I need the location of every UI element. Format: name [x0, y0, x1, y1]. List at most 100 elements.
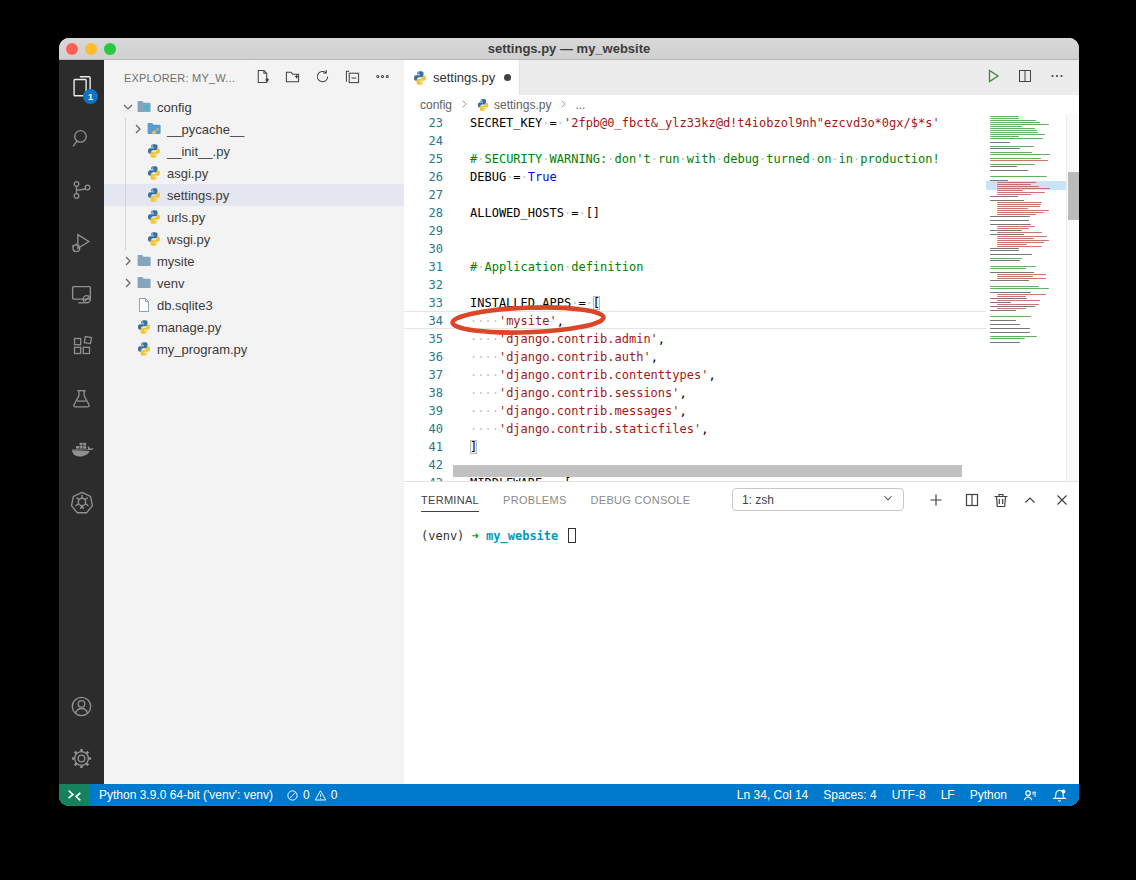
tree-item-mysite[interactable]: mysite [104, 250, 404, 272]
activitybar-testing[interactable] [59, 372, 104, 424]
activitybar-settings-gear[interactable] [59, 732, 104, 784]
refresh-icon[interactable] [315, 69, 330, 88]
new-file-icon[interactable] [255, 69, 270, 88]
code-line-36: 36····'django.contrib.auth', [404, 348, 1079, 366]
close-panel-button[interactable] [1053, 491, 1070, 508]
minimap-line [990, 328, 1030, 329]
minimap-line [990, 316, 1031, 317]
panel-tab-terminal[interactable]: TERMINAL [421, 488, 479, 512]
panel-tab-problems[interactable]: PROBLEMS [503, 488, 567, 511]
terminal-shell-select[interactable]: 1: zsh [732, 488, 904, 511]
minimap-line [990, 166, 1017, 167]
activitybar-explorer[interactable]: 1 [59, 60, 104, 112]
kill-terminal-button[interactable] [992, 491, 1009, 508]
indentation-status[interactable]: Spaces: 4 [823, 788, 876, 802]
warning-count: 0 [331, 788, 338, 802]
chevron-spacer [130, 209, 146, 225]
python-interpreter-status[interactable]: Python 3.9.0 64-bit ('venv': venv) [99, 788, 273, 802]
line-number: 24 [404, 132, 443, 150]
zoom-window-button[interactable] [104, 43, 116, 55]
problems-status[interactable]: 00 [286, 788, 337, 802]
collapse-all-icon[interactable] [345, 69, 360, 88]
eol-status[interactable]: LF [941, 788, 955, 802]
cursor-position-status[interactable]: Ln 34, Col 14 [737, 788, 808, 802]
minimap-line [990, 342, 1020, 343]
breadcrumb: config settings.py... [404, 95, 1079, 114]
language-mode-status[interactable]: Python [970, 788, 1007, 802]
tree-item-manage-py[interactable]: manage.py [104, 316, 404, 338]
window-titlebar[interactable]: settings.py — my_website [59, 38, 1079, 60]
horizontal-scrollbar[interactable] [453, 465, 962, 477]
tree-item-my-program-py[interactable]: my_program.py [104, 338, 404, 360]
file-tree: config__pycache____init__.py asgi.py setti… [104, 96, 404, 360]
code-editor[interactable]: 23SECRET_KEY·=·'2fpb@0_fbct&_ylz33kz@d!t… [404, 114, 1079, 481]
tree-item-asgi-py[interactable]: asgi.py [104, 162, 404, 184]
line-number: 32 [404, 276, 443, 294]
tree-item-label: asgi.py [167, 166, 208, 181]
vertical-scrollbar[interactable] [1066, 114, 1079, 481]
tree-item--init-py[interactable]: __init__.py [104, 140, 404, 162]
activitybar-remote-explorer[interactable] [59, 268, 104, 320]
minimap-line [990, 160, 1048, 161]
run-file-button[interactable] [985, 68, 1001, 88]
activitybar-source-control[interactable] [59, 164, 104, 216]
bottom-panel: TERMINAL PROBLEMS DEBUG CONSOLE 1: zsh (ven… [404, 481, 1079, 784]
notifications-bell-icon[interactable] [1052, 788, 1067, 803]
panel-tab-debug-console[interactable]: DEBUG CONSOLE [591, 488, 691, 511]
terminal-output[interactable]: (venv) ➜ my_website [404, 517, 1079, 544]
activitybar-run-debug[interactable] [59, 216, 104, 268]
tree-item-urls-py[interactable]: urls.py [104, 206, 404, 228]
breadcrumb-item[interactable]: settings.py [494, 98, 551, 112]
new-folder-icon[interactable] [285, 69, 300, 88]
window-title: settings.py — my_website [59, 38, 1079, 59]
tab-settings-py[interactable]: settings.py [404, 60, 520, 95]
minimize-window-button[interactable] [85, 43, 97, 55]
activitybar-account[interactable] [59, 680, 104, 732]
line-number: 41 [404, 438, 443, 456]
minimap-line [990, 154, 1050, 155]
tree-item-db-sqlite3[interactable]: db.sqlite3 [104, 294, 404, 316]
scrollbar-thumb[interactable] [1068, 172, 1079, 220]
minimap-line [990, 320, 1016, 321]
editor-more-actions[interactable] [1049, 68, 1065, 88]
status-bar: Python 3.9.0 64-bit ('venv': venv) 00 Ln… [59, 784, 1079, 806]
line-number: 25 [404, 150, 443, 168]
minimap[interactable] [986, 114, 1066, 481]
activitybar-search[interactable] [59, 112, 104, 164]
tree-item-venv[interactable]: venv [104, 272, 404, 294]
line-number: 29 [404, 222, 443, 240]
code-line-29: 29 [404, 222, 1079, 240]
folder-config-icon [136, 99, 152, 115]
line-number: 26 [404, 168, 443, 186]
feedback-icon[interactable] [1022, 788, 1037, 803]
remote-indicator[interactable] [59, 784, 89, 806]
code-line-23: 23SECRET_KEY·=·'2fpb@0_fbct&_ylz33kz@d!t… [404, 114, 1079, 132]
tree-item--pycache-[interactable]: __pycache__ [104, 118, 404, 140]
more-icon[interactable] [375, 69, 390, 88]
encoding-status[interactable]: UTF-8 [892, 788, 926, 802]
minimap-line [990, 324, 1020, 325]
tree-item-wsgi-py[interactable]: wsgi.py [104, 228, 404, 250]
breadcrumb-item[interactable]: config [420, 98, 452, 112]
tree-item-settings-py[interactable]: settings.py [104, 184, 404, 206]
activitybar-extensions[interactable] [59, 320, 104, 372]
modified-dot-icon[interactable] [504, 74, 511, 81]
close-window-button[interactable] [66, 43, 78, 55]
breadcrumb-item[interactable]: ... [575, 98, 585, 112]
code-line-33: 33INSTALLED_APPS·=·[ [404, 294, 1079, 312]
terminal-cursor [568, 528, 576, 543]
minimap-line [990, 250, 1019, 251]
activitybar-docker[interactable] [59, 424, 104, 476]
new-terminal-button[interactable] [927, 491, 944, 508]
tree-item-config[interactable]: config [104, 96, 404, 118]
split-editor-button[interactable] [1017, 68, 1033, 88]
maximize-panel-button[interactable] [1021, 491, 1038, 508]
chevron-down-icon [120, 99, 136, 115]
activitybar-kubernetes[interactable] [59, 476, 104, 528]
code-line-25: 25#·SECURITY·WARNING:·don't·run·with·deb… [404, 150, 1079, 168]
chevron-down-icon [881, 491, 895, 508]
tree-item-label: wsgi.py [167, 232, 210, 247]
split-terminal-button[interactable] [963, 491, 980, 508]
python-icon [146, 143, 162, 159]
minimap-line [990, 170, 1028, 171]
